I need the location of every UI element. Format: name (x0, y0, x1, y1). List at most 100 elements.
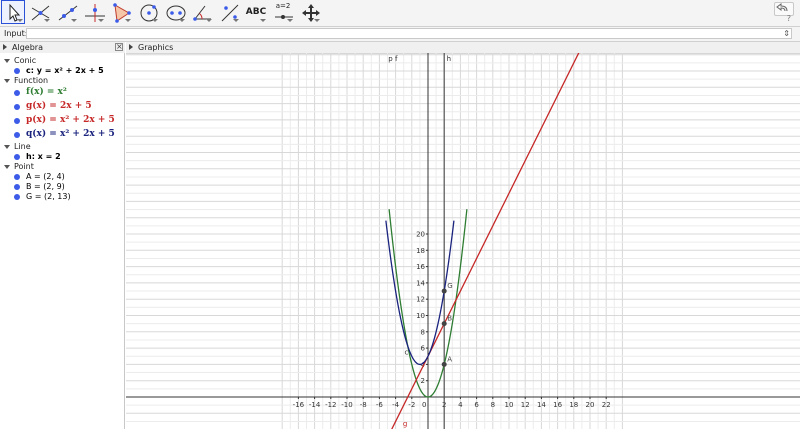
x-tick-label: 6 (474, 401, 479, 409)
category-toggle-icon[interactable] (4, 79, 10, 83)
x-tick-label: -10 (341, 401, 352, 409)
point-label: A (447, 355, 452, 363)
y-tick-label: 12 (416, 296, 425, 304)
visibility-toggle[interactable] (14, 90, 20, 96)
category-toggle-icon[interactable] (4, 165, 10, 169)
reflect-tool[interactable] (217, 0, 241, 24)
point-label: G (447, 282, 452, 290)
help-icon[interactable]: ? (787, 14, 791, 23)
algebra-item[interactable]: G = (2, 13) (26, 192, 71, 201)
conic-tool[interactable] (163, 0, 187, 24)
circle-tool[interactable] (136, 0, 160, 24)
category-function: Function (14, 76, 49, 85)
x-tick-label: 14 (537, 401, 546, 409)
algebra-item[interactable]: A = (2, 4) (26, 172, 65, 181)
algebra-panel-title: Algebra (12, 43, 43, 52)
graphics-view[interactable]: -16 -14 -12 -10 -8 -6 -4 -2 0 2 4 6 8 10 12 14 16 18 20 22 2… (126, 53, 800, 429)
category-conic: Conic (14, 56, 37, 65)
category-toggle-icon[interactable] (4, 59, 10, 63)
y-tick-label: 10 (416, 312, 425, 320)
visibility-toggle[interactable] (14, 184, 20, 190)
visibility-toggle[interactable] (14, 104, 20, 110)
point-B[interactable] (441, 321, 447, 327)
visibility-toggle[interactable] (14, 68, 20, 74)
algebra-item[interactable]: c: y = x² + 2x + 5 (26, 66, 104, 75)
tool-menu-triangle-icon (314, 19, 320, 22)
curve-label: c (405, 349, 409, 357)
x-tick-label: -14 (309, 401, 321, 409)
point-label: B (447, 315, 452, 323)
y-tick-label: 14 (416, 279, 425, 287)
visibility-toggle[interactable] (14, 132, 20, 138)
y-tick-label: 2 (421, 377, 425, 385)
visibility-toggle[interactable] (14, 118, 20, 124)
algebra-item[interactable]: B = (2, 9) (26, 182, 65, 191)
x-tick-label: -2 (408, 401, 415, 409)
x-tick-label: 0 (422, 401, 426, 409)
tool-menu-triangle-icon (206, 19, 212, 22)
point-tool[interactable] (28, 0, 52, 24)
x-tick-label: 18 (569, 401, 578, 409)
x-tick-label: 4 (458, 401, 463, 409)
y-tick-label: 8 (421, 328, 425, 336)
tool-menu-triangle-icon (125, 19, 131, 22)
tool-menu-triangle-icon (152, 19, 158, 22)
collapse-triangle-icon[interactable] (129, 44, 133, 50)
category-line: Line (14, 142, 31, 151)
input-field[interactable] (26, 28, 792, 39)
visibility-toggle[interactable] (14, 154, 20, 160)
input-bar: Input: ⇕ (0, 27, 800, 42)
tool-menu-triangle-icon (71, 19, 77, 22)
x-tick-label: 8 (491, 401, 495, 409)
x-tick-label: 10 (505, 401, 514, 409)
tool-menu-triangle-icon (17, 19, 23, 22)
tool-menu-triangle-icon (233, 19, 239, 22)
tool-menu-triangle-icon (179, 19, 185, 22)
x-tick-label: -16 (293, 401, 305, 409)
x-tick-label: 16 (553, 401, 562, 409)
slider-tool[interactable]: a=2 (271, 0, 295, 24)
tool-menu-triangle-icon (44, 19, 50, 22)
visibility-toggle[interactable] (14, 174, 20, 180)
text-icon: ABC (245, 7, 267, 17)
angle-tool[interactable] (190, 0, 214, 24)
close-icon[interactable]: × (115, 43, 123, 51)
graphics-canvas[interactable]: -16 -14 -12 -10 -8 -6 -4 -2 0 2 4 6 8 10 12 14 16 18 20 22 2… (126, 53, 800, 429)
algebra-item[interactable]: h: x = 2 (26, 152, 61, 161)
visibility-toggle[interactable] (14, 194, 20, 200)
x-tick-label: -8 (360, 401, 367, 409)
move-graphics-tool[interactable] (298, 0, 322, 24)
category-toggle-icon[interactable] (4, 145, 10, 149)
point-G[interactable] (441, 288, 447, 294)
tool-menu-triangle-icon (98, 19, 104, 22)
tool-menu-triangle-icon (287, 19, 293, 22)
algebra-item[interactable]: f(x) = x² (26, 87, 67, 97)
curve-label: p f (388, 55, 398, 63)
tool-menu-triangle-icon (260, 19, 266, 22)
algebra-item[interactable]: q(x) = x² + 2x + 5 (26, 129, 115, 139)
toolbar: ? ABC a=2 (0, 0, 800, 27)
curve-label: h (447, 55, 451, 63)
undo-button[interactable] (774, 2, 794, 16)
algebra-item[interactable]: g(x) = 2x + 5 (26, 101, 92, 111)
point-A[interactable] (441, 361, 447, 367)
curve-label: g (403, 420, 407, 428)
x-tick-label: -4 (392, 401, 400, 409)
graphics-panel-title: Graphics (138, 43, 174, 52)
y-tick-label: 18 (416, 247, 425, 255)
text-tool[interactable]: ABC (244, 0, 268, 24)
y-tick-label: 20 (416, 231, 425, 239)
algebra-item[interactable]: p(x) = x² + 2x + 5 (26, 115, 115, 125)
input-label: Input: (4, 29, 28, 38)
x-tick-label: 22 (602, 401, 611, 409)
y-tick-label: 6 (421, 345, 426, 353)
x-tick-label: -6 (376, 401, 384, 409)
line-tool[interactable] (55, 0, 79, 24)
move-tool[interactable] (1, 0, 25, 24)
perpendicular-tool[interactable] (82, 0, 106, 24)
collapse-triangle-icon[interactable] (3, 44, 7, 50)
input-history-arrow-icon[interactable]: ⇕ (783, 29, 790, 38)
polygon-tool[interactable] (109, 0, 133, 24)
category-point: Point (14, 162, 34, 171)
x-tick-label: -12 (325, 401, 336, 409)
